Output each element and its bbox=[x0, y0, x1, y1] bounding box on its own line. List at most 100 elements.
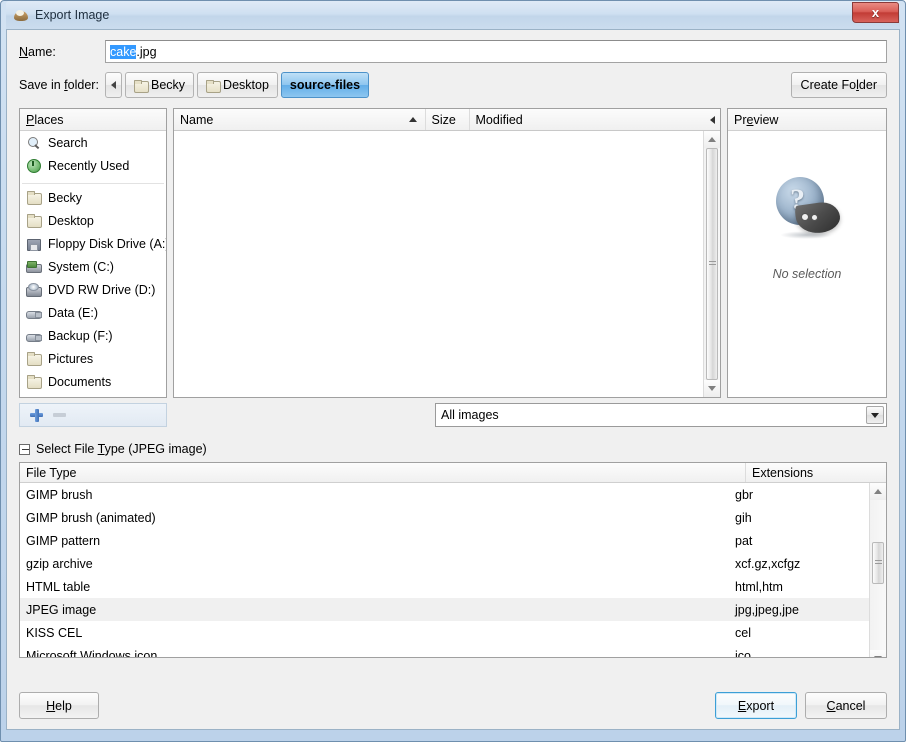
select-file-type-expander[interactable]: Select File Type (JPEG image) bbox=[19, 440, 887, 458]
chevron-up-icon bbox=[708, 137, 716, 142]
file-type-name: Microsoft Windows icon bbox=[26, 648, 158, 658]
place-item-documents[interactable]: Documents bbox=[20, 370, 166, 393]
place-item-backup-f[interactable]: Backup (F:) bbox=[20, 324, 166, 347]
table-row[interactable]: HTML table html,htm bbox=[20, 575, 869, 598]
breadcrumb-label: source-files bbox=[289, 78, 361, 92]
file-type-table-body: GIMP brush gbr GIMP brush (animated) gih… bbox=[20, 483, 886, 658]
floppy-icon bbox=[26, 237, 42, 251]
unknown-file-icon: ? bbox=[770, 173, 844, 243]
name-label: Name: bbox=[19, 44, 56, 59]
scroll-track[interactable] bbox=[704, 148, 720, 380]
places-actions bbox=[19, 403, 167, 427]
breadcrumb-label: Becky bbox=[151, 78, 186, 92]
folder-icon bbox=[206, 79, 222, 93]
left-arrow-icon bbox=[111, 81, 116, 89]
place-item-floppy-disk-drive[interactable]: Floppy Disk Drive (A:) bbox=[20, 232, 166, 255]
column-header-modified[interactable]: Modified bbox=[470, 109, 721, 130]
export-label: Export bbox=[737, 698, 775, 713]
file-type-scrollbar[interactable] bbox=[869, 483, 886, 657]
file-type-ext: ico bbox=[735, 648, 751, 658]
chevron-down-icon bbox=[874, 656, 882, 657]
table-row[interactable]: GIMP brush (animated) gih bbox=[20, 506, 869, 529]
file-type-ext: html,htm bbox=[735, 579, 783, 594]
table-row[interactable]: Microsoft Windows icon ico bbox=[20, 644, 869, 658]
place-label: Data (E:) bbox=[48, 305, 99, 320]
grip-icon bbox=[708, 261, 716, 267]
file-type-name: JPEG image bbox=[26, 602, 97, 617]
scroll-down-button[interactable] bbox=[870, 650, 886, 657]
file-filter-dropdown[interactable]: All images bbox=[435, 403, 887, 427]
file-list-rows[interactable] bbox=[174, 131, 703, 397]
dropdown-button[interactable] bbox=[866, 406, 884, 424]
dialog-body: Name: cake .jpg Save in folder: Becky Des… bbox=[6, 29, 900, 730]
table-row[interactable]: GIMP brush gbr bbox=[20, 483, 869, 506]
scroll-thumb[interactable] bbox=[872, 542, 884, 584]
cancel-button[interactable]: Cancel bbox=[805, 692, 887, 719]
file-type-ext: pat bbox=[735, 533, 753, 548]
place-item-recently-used[interactable]: Recently Used bbox=[20, 154, 166, 177]
create-folder-button[interactable]: Create Folder bbox=[790, 72, 887, 98]
file-type-table-header: File Type Extensions bbox=[20, 463, 886, 483]
chevron-down-icon bbox=[871, 412, 879, 418]
column-header-size[interactable]: Size bbox=[426, 109, 470, 130]
column-label: File Type bbox=[26, 465, 77, 480]
export-button[interactable]: Export bbox=[715, 692, 797, 719]
help-label: Help bbox=[46, 698, 72, 713]
close-icon: x bbox=[871, 5, 880, 20]
breadcrumb-item-source-files[interactable]: source-files bbox=[280, 72, 370, 98]
filename-input[interactable]: cake .jpg bbox=[105, 40, 887, 63]
place-item-becky[interactable]: Becky bbox=[20, 186, 166, 209]
place-label: Recently Used bbox=[48, 158, 130, 173]
file-type-table: File Type Extensions GIMP brush gbr GIMP… bbox=[19, 462, 887, 658]
scroll-up-button[interactable] bbox=[870, 483, 886, 500]
column-header-extensions[interactable]: Extensions bbox=[746, 463, 886, 482]
place-item-desktop[interactable]: Desktop bbox=[20, 209, 166, 232]
window-title: Export Image bbox=[35, 8, 110, 22]
column-header-file-type[interactable]: File Type bbox=[20, 463, 746, 482]
file-type-ext: jpg,jpeg,jpe bbox=[735, 602, 799, 617]
places-divider bbox=[22, 177, 164, 184]
folder-icon bbox=[26, 190, 42, 205]
file-list-header: Name Size Modified bbox=[174, 109, 720, 131]
preview-empty-text: No selection bbox=[772, 267, 842, 281]
breadcrumb-item-desktop[interactable]: Desktop bbox=[197, 72, 278, 98]
breadcrumb-label: Desktop bbox=[223, 78, 269, 92]
chevron-down-icon bbox=[708, 386, 716, 391]
scroll-down-button[interactable] bbox=[704, 380, 720, 397]
cancel-label: Cancel bbox=[826, 698, 866, 713]
scroll-thumb[interactable] bbox=[706, 148, 718, 380]
usb-icon bbox=[26, 306, 42, 320]
preview-header: Pr e view bbox=[728, 109, 886, 131]
place-label: Desktop bbox=[48, 213, 94, 228]
create-folder-label: Create Folder bbox=[800, 78, 877, 92]
place-item-search[interactable]: Search bbox=[20, 131, 166, 154]
close-button[interactable]: x bbox=[852, 2, 899, 23]
place-label: Documents bbox=[48, 374, 112, 389]
place-item-data-e[interactable]: Data (E:) bbox=[20, 301, 166, 324]
plus-icon[interactable] bbox=[30, 408, 43, 422]
table-row-selected[interactable]: JPEG image jpg,jpeg,jpe bbox=[20, 598, 869, 621]
file-type-ext: xcf.gz,xcfgz bbox=[735, 556, 801, 571]
file-list-scrollbar[interactable] bbox=[703, 131, 720, 397]
breadcrumb-back-button[interactable] bbox=[105, 72, 122, 98]
hdd-icon bbox=[26, 260, 42, 274]
table-row[interactable]: gzip archive xcf.gz,xcfgz bbox=[20, 552, 869, 575]
folder-icon bbox=[26, 213, 42, 228]
place-item-pictures[interactable]: Pictures bbox=[20, 347, 166, 370]
column-label: Size bbox=[431, 112, 456, 127]
file-type-name: KISS CEL bbox=[26, 625, 83, 640]
table-row[interactable]: GIMP pattern pat bbox=[20, 529, 869, 552]
scroll-up-button[interactable] bbox=[704, 131, 720, 148]
place-item-dvd-rw-drive[interactable]: DVD RW Drive (D:) bbox=[20, 278, 166, 301]
column-resize-icon bbox=[710, 116, 715, 124]
name-row: Name: cake .jpg bbox=[19, 40, 887, 63]
help-button[interactable]: Help bbox=[19, 692, 99, 719]
scroll-track[interactable] bbox=[870, 500, 886, 650]
column-header-name[interactable]: Name bbox=[174, 109, 426, 130]
file-filter-value: All images bbox=[441, 408, 499, 422]
table-row[interactable]: KISS CEL cel bbox=[20, 621, 869, 644]
place-item-system-c[interactable]: System (C:) bbox=[20, 255, 166, 278]
title-bar[interactable]: Export Image x bbox=[6, 1, 900, 29]
breadcrumb-item-becky[interactable]: Becky bbox=[125, 72, 195, 98]
expander-collapse-icon[interactable] bbox=[19, 443, 30, 455]
